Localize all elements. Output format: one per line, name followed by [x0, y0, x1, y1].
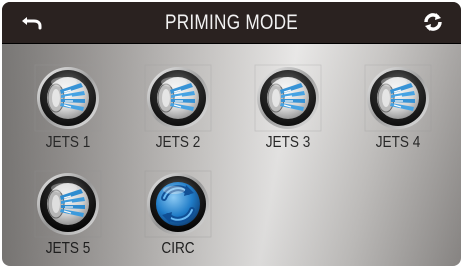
jets-icon: [34, 170, 102, 238]
jets-icon: [34, 64, 102, 132]
priming-mode-screen: PRIMING MODE JETS 1 JETS 2 JETS 3 JETS 4…: [2, 2, 461, 266]
jets-3-label: JETS 3: [265, 134, 311, 151]
circ-label: CIRC: [161, 240, 195, 257]
sync-button[interactable]: [421, 10, 445, 34]
jets-1-button[interactable]: JETS 1: [29, 64, 107, 154]
jets-4-button[interactable]: JETS 4: [359, 64, 437, 154]
jets-4-label: JETS 4: [375, 134, 421, 151]
jets-icon: [144, 64, 212, 132]
jets-2-label: JETS 2: [155, 134, 201, 151]
sync-icon: [424, 13, 442, 31]
back-button[interactable]: [20, 10, 44, 34]
jets-2-button[interactable]: JETS 2: [139, 64, 217, 154]
back-arrow-icon: [22, 17, 42, 30]
circulation-icon: [144, 170, 212, 238]
jets-icon: [254, 64, 322, 132]
jets-icon: [364, 64, 432, 132]
jets-5-label: JETS 5: [45, 240, 91, 257]
jets-3-button[interactable]: JETS 3: [249, 64, 327, 154]
jets-1-label: JETS 1: [45, 134, 91, 151]
circ-button[interactable]: CIRC: [139, 170, 217, 260]
page-title: PRIMING MODE: [164, 11, 299, 34]
jets-5-button[interactable]: JETS 5: [29, 170, 107, 260]
header-bar: PRIMING MODE: [2, 2, 461, 44]
